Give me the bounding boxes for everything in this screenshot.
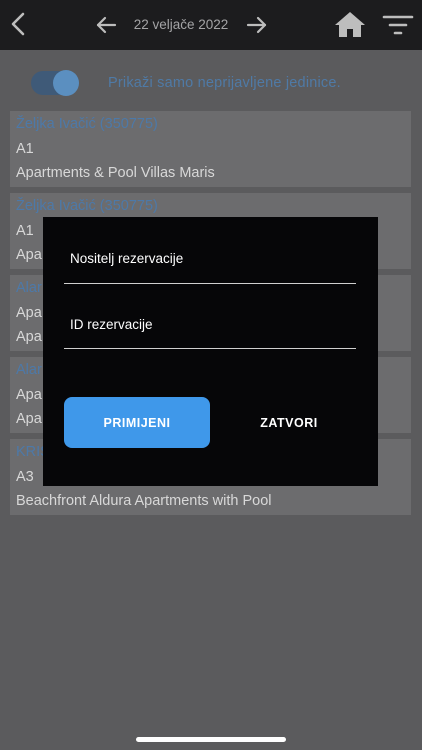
- close-button[interactable]: ZATVORI: [239, 397, 339, 448]
- reservation-holder-field[interactable]: Nositelj rezervacije: [70, 249, 183, 269]
- reservation-id-field[interactable]: ID rezervacije: [70, 315, 153, 335]
- reservation-holder-underline: [64, 283, 356, 284]
- modal-overlay: Nositelj rezervacije ID rezervacije PRIM…: [0, 0, 422, 750]
- apply-button[interactable]: PRIMIJENI: [64, 397, 210, 448]
- filter-dialog: Nositelj rezervacije ID rezervacije PRIM…: [43, 217, 378, 486]
- home-indicator: [136, 737, 286, 742]
- reservation-id-underline: [64, 348, 356, 349]
